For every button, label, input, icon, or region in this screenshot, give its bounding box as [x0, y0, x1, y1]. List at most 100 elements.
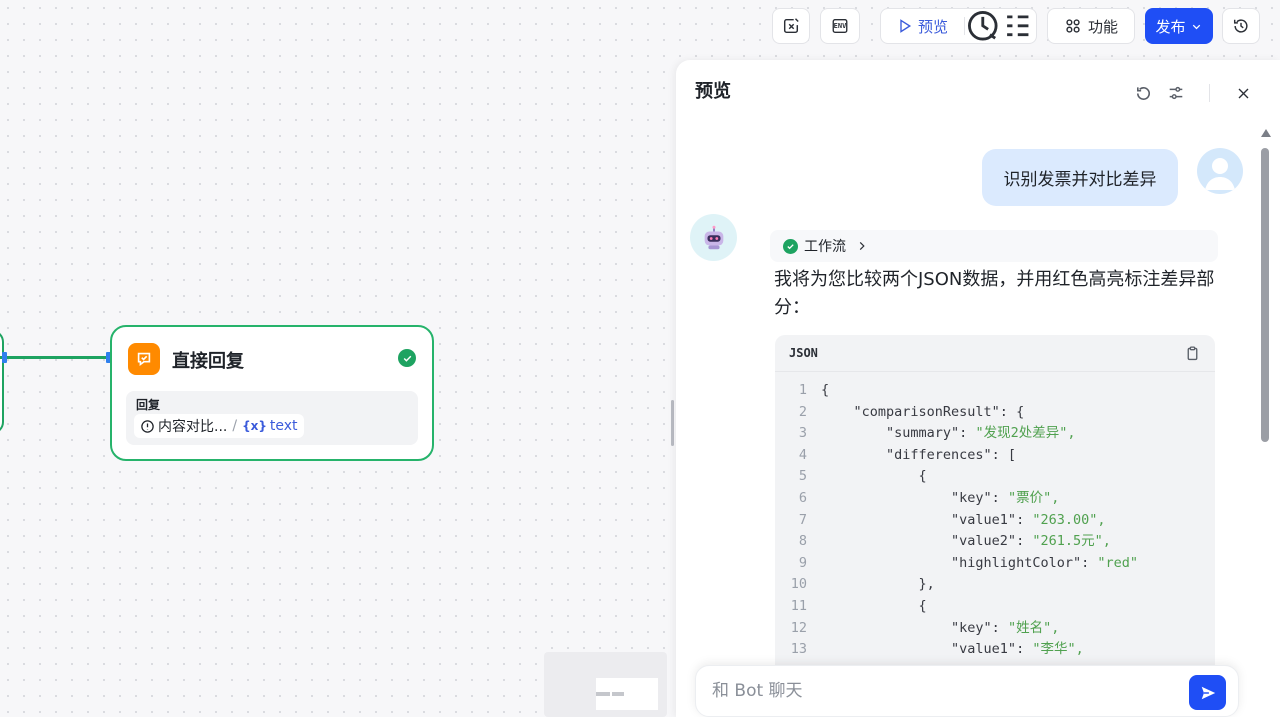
code-text: "value2": "261.5元",	[821, 533, 1111, 550]
env-label: ENV	[833, 22, 847, 30]
line-number: 13	[790, 641, 807, 658]
code-block-header: JSON	[775, 335, 1215, 372]
code-text: {	[821, 597, 927, 614]
line-number: 8	[798, 533, 807, 550]
line-number: 11	[790, 597, 807, 614]
line-number: 5	[798, 468, 807, 485]
output-port[interactable]	[2, 352, 7, 363]
line-number: 2	[798, 403, 807, 420]
line-number: 10	[790, 576, 807, 593]
list-check-icon	[1007, 15, 1029, 37]
code-text: {	[821, 468, 927, 485]
copy-icon[interactable]	[1184, 345, 1201, 362]
history-icon	[1233, 19, 1248, 33]
code-text: },	[821, 576, 935, 593]
panel-title: 预览	[695, 81, 731, 102]
publish-label: 发布	[1155, 17, 1186, 36]
code-line: 5 {	[775, 466, 1215, 488]
code-text: {	[821, 382, 830, 398]
line-number: 6	[798, 489, 807, 506]
code-text: "value1": "李华",	[821, 641, 1084, 658]
code-line: 4 "differences": [	[775, 445, 1215, 467]
user-message-bubble: 识别发票并对比差异	[982, 149, 1178, 206]
send-button[interactable]	[1189, 675, 1226, 710]
success-check-icon	[398, 349, 416, 367]
code-line: 12 "key": "姓名",	[775, 618, 1215, 640]
code-line: 11 {	[775, 596, 1215, 618]
node-title: 直接回复	[172, 351, 244, 372]
code-line: 1{	[775, 380, 1215, 402]
code-text: "key": "姓名",	[821, 619, 1060, 636]
panel-resize-handle[interactable]	[671, 400, 674, 446]
line-number: 3	[798, 425, 807, 442]
code-line: 9 "highlightColor": "red"	[775, 553, 1215, 575]
minimap-node	[612, 692, 624, 696]
env-button[interactable]: ENV	[820, 8, 860, 44]
line-number: 12	[790, 619, 807, 636]
trace-button[interactable]	[965, 9, 1001, 43]
chip-separator: /	[232, 418, 238, 434]
user-message-text: 识别发票并对比差异	[1003, 170, 1157, 190]
grid-icon	[1066, 19, 1080, 33]
code-text: "summary": "发现2处差异",	[821, 425, 1076, 442]
variable-icon: {x}	[242, 419, 267, 433]
refresh-icon[interactable]	[1132, 82, 1154, 104]
chip-source-name: 内容对比...	[158, 419, 228, 435]
minimap-viewport[interactable]	[596, 678, 658, 710]
settings-sliders-icon[interactable]	[1165, 82, 1187, 104]
clear-variables-button[interactable]	[772, 8, 810, 44]
preview-panel: 预览 识别发票并对比差异 工作流 我将为您比较两个JSON数据，并用红色高亮标注…	[676, 60, 1280, 717]
code-language-label: JSON	[789, 346, 818, 360]
code-block: JSON 1{2 "comparisonResult": {3 "summary…	[775, 335, 1215, 717]
features-button[interactable]: 功能	[1047, 8, 1135, 44]
bot-message-text: 我将为您比较两个JSON数据，并用红色高亮标注差异部分：	[774, 269, 1215, 318]
variable-reference-chip[interactable]: 内容对比... / {x} text	[134, 414, 304, 438]
code-text: "highlightColor": "red"	[821, 554, 1138, 571]
workflow-status-chip[interactable]: 工作流	[770, 230, 1218, 262]
test-set-button[interactable]	[1000, 9, 1036, 43]
publish-button[interactable]: 发布	[1145, 8, 1213, 44]
minimap-node	[596, 692, 610, 696]
chip-variable-name: text	[269, 418, 298, 434]
reply-node-icon	[128, 343, 160, 375]
code-text: "differences": [	[821, 446, 1017, 463]
code-body: 1{2 "comparisonResult": {3 "summary": "发…	[775, 372, 1215, 661]
connection-edge[interactable]	[0, 356, 112, 359]
previous-node-edge[interactable]	[0, 330, 4, 434]
line-number: 7	[798, 511, 807, 528]
play-icon	[900, 19, 912, 33]
preview-toolbar-group: 预览	[880, 8, 1037, 44]
line-number: 9	[798, 554, 807, 571]
minimap[interactable]	[544, 652, 667, 717]
clock-run-icon	[967, 11, 998, 41]
code-text: "value1": "263.00",	[821, 511, 1106, 528]
close-square-icon	[783, 18, 799, 34]
bot-avatar	[690, 214, 737, 261]
line-number: 1	[798, 382, 807, 398]
workflow-label: 工作流	[804, 239, 846, 255]
close-icon[interactable]	[1232, 82, 1254, 104]
node-reply-section: 回复 内容对比... / {x} text	[126, 391, 418, 445]
chevron-down-icon	[1192, 24, 1200, 29]
preview-label: 预览	[917, 17, 948, 36]
code-text: "key": "票价",	[821, 489, 1060, 506]
line-number: 4	[798, 446, 807, 463]
code-line: 10 },	[775, 574, 1215, 596]
preview-button[interactable]: 预览	[881, 9, 964, 43]
info-circle-icon	[141, 419, 154, 433]
success-check-icon	[783, 238, 798, 254]
code-text: "comparisonResult": {	[821, 403, 1025, 420]
code-line: 6 "key": "票价",	[775, 488, 1215, 510]
direct-reply-node[interactable]: 直接回复 回复 内容对比... / {x} text	[110, 325, 434, 461]
send-icon	[1201, 686, 1215, 699]
code-line: 7 "value1": "263.00",	[775, 510, 1215, 532]
history-button[interactable]	[1222, 8, 1260, 44]
features-label: 功能	[1087, 17, 1118, 36]
scrollbar-thumb[interactable]	[1261, 148, 1269, 442]
scroll-up-arrow[interactable]	[1261, 129, 1271, 137]
chat-input-box[interactable]	[695, 665, 1239, 717]
chat-input[interactable]	[712, 681, 1182, 701]
panel-header-divider	[1209, 84, 1210, 102]
user-avatar	[1197, 148, 1243, 194]
chevron-right-icon	[859, 241, 865, 251]
